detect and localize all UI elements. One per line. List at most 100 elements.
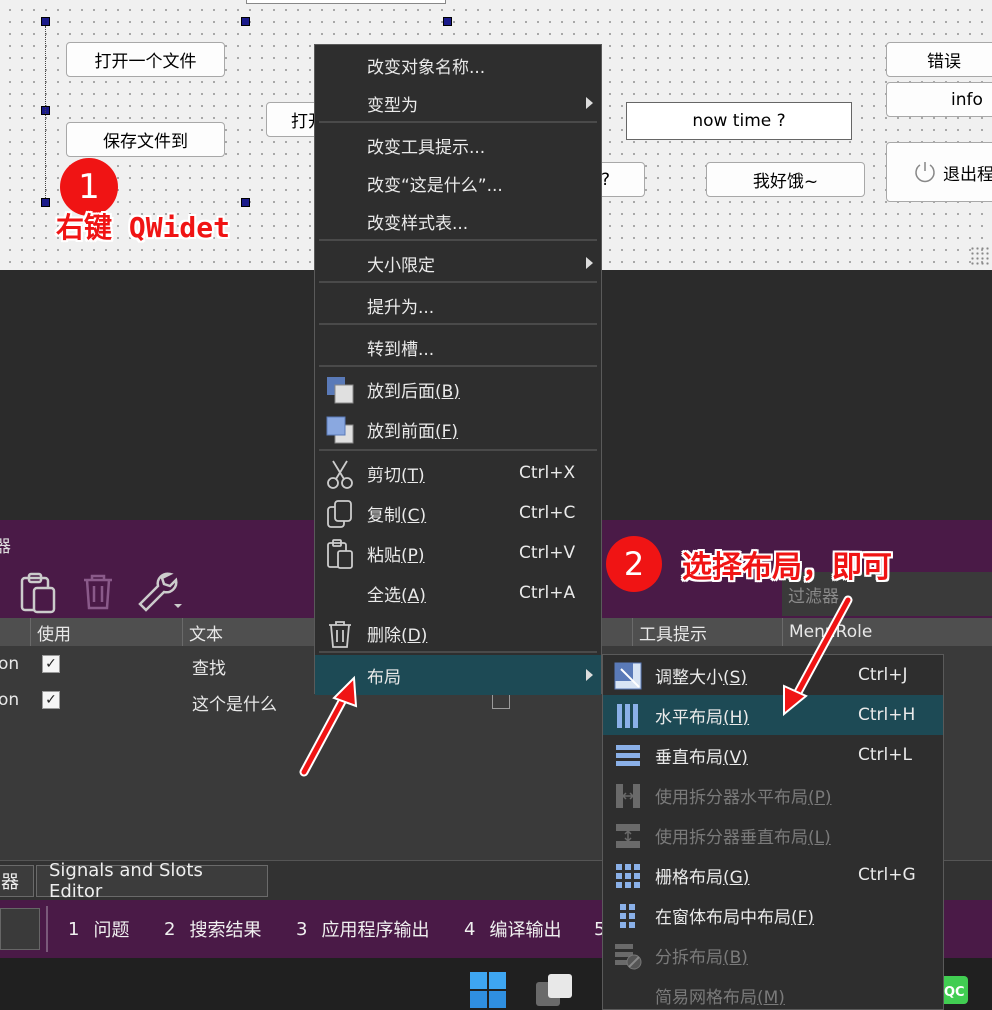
menu-item-change-stylesheet[interactable]: 改变样式表... — [315, 201, 601, 241]
menu-item-label: 改变样式表... — [367, 213, 469, 234]
menu-item-paste[interactable]: 粘贴(P) Ctrl+V — [315, 533, 601, 573]
menu-item-bring-to-front[interactable]: 放到前面(F) — [315, 409, 601, 449]
pane-number: 1 — [68, 918, 80, 940]
column-header-tooltip[interactable]: 工具提示 — [632, 618, 782, 646]
pane-label: 问题 — [93, 920, 130, 941]
menu-item-mnemonic: (H) — [723, 707, 750, 728]
power-icon — [915, 162, 935, 183]
error-button[interactable]: 错误 — [886, 42, 992, 77]
menu-item-mnemonic: (L) — [808, 827, 831, 848]
menu-item-rename[interactable]: 改变对象名称... — [315, 45, 601, 85]
pane-label: 编译输出 — [489, 920, 562, 941]
menu-item-splitter-horizontal[interactable]: 使用拆分器水平布局(P) — [603, 775, 943, 815]
menu-item-grid-layout[interactable]: 栅格布局(G) Ctrl+G — [603, 855, 943, 895]
menu-item-label: 简易网格布局 — [655, 987, 757, 1008]
menu-item-label: 改变对象名称... — [367, 57, 486, 78]
delete-icon[interactable] — [78, 572, 118, 612]
menu-item-select-all[interactable]: 全选(A) Ctrl+A — [315, 573, 601, 613]
selection-handle[interactable] — [41, 198, 50, 207]
menu-item-label: 剪切 — [367, 465, 401, 486]
menu-item-layout[interactable]: 布局 — [315, 655, 601, 695]
used-checkbox[interactable]: ✓ — [42, 655, 60, 673]
tab-signals-slots-editor[interactable]: Signals and Slots Editor — [36, 860, 268, 902]
column-header-text[interactable]: 文本 — [182, 618, 322, 646]
task-view-icon[interactable] — [536, 972, 574, 1008]
menu-item-break-layout[interactable]: 分拆布局(B) — [603, 935, 943, 975]
menu-item-mnemonic: (F) — [791, 907, 815, 928]
pane-number: 4 — [464, 918, 476, 940]
menu-item-go-to-slot[interactable]: 转到槽... — [315, 327, 601, 367]
menu-item-delete[interactable]: 删除(D) — [315, 613, 601, 653]
selection-handle[interactable] — [241, 198, 250, 207]
row-name: on — [0, 690, 20, 710]
selection-handle[interactable] — [241, 17, 250, 26]
menu-item-label: 粘贴 — [367, 545, 401, 566]
menu-item-cut[interactable]: 剪切(T) Ctrl+X — [315, 453, 601, 493]
menu-item-send-to-back[interactable]: 放到后面(B) — [315, 369, 601, 409]
used-checkbox[interactable]: ✓ — [42, 691, 60, 709]
save-file-button[interactable]: 保存文件到 — [66, 122, 225, 157]
form-layout-icon — [620, 904, 635, 928]
qt-creator-icon[interactable]: QC — [940, 976, 968, 1004]
menu-item-mnemonic: (F) — [435, 421, 459, 442]
output-pane-problems[interactable]: 1 问题 — [68, 900, 129, 958]
menu-item-label: 栅格布局 — [655, 867, 723, 888]
splitter-vertical-icon — [616, 824, 640, 848]
menu-item-label: 大小限定 — [367, 255, 435, 276]
output-pane-app-output[interactable]: 3 应用程序输出 — [296, 900, 429, 958]
menu-item-adjust-size[interactable]: 调整大小(S) Ctrl+J — [603, 655, 943, 695]
svg-text:QC: QC — [944, 985, 965, 1000]
menu-item-change-whatsthis[interactable]: 改变“这是什么”... — [315, 163, 601, 203]
menu-item-horizontal-layout[interactable]: 水平布局(H) Ctrl+H — [603, 695, 943, 735]
menu-item-copy[interactable]: 复制(C) Ctrl+C — [315, 493, 601, 533]
paste-icon[interactable] — [16, 572, 58, 614]
menu-item-change-tooltip[interactable]: 改变工具提示... — [315, 125, 601, 165]
submenu-arrow-icon — [586, 97, 593, 109]
menu-item-form-layout[interactable]: 在窗体布局中布局(F) — [603, 895, 943, 935]
menu-item-shortcut: Ctrl+H — [858, 705, 916, 725]
windows-start-icon[interactable] — [470, 972, 506, 1008]
menu-item-mnemonic: (T) — [401, 465, 425, 486]
now-time-field[interactable]: now time ? — [626, 102, 852, 140]
wrench-icon[interactable] — [136, 570, 184, 614]
selection-handle[interactable] — [443, 17, 452, 26]
menu-item-label: 改变工具提示... — [367, 137, 486, 158]
menu-item-label: 垂直布局 — [655, 747, 723, 768]
info-button[interactable]: info — [886, 82, 992, 117]
menu-separator — [319, 239, 597, 241]
menu-item-label: 全选 — [367, 585, 401, 606]
trash-icon — [329, 621, 351, 648]
column-header-used[interactable]: 使用 — [30, 618, 182, 646]
menu-item-mnemonic: (V) — [723, 747, 748, 768]
menu-separator — [319, 323, 597, 325]
menu-item-promote-to[interactable]: 提升为... — [315, 285, 601, 325]
locator-input[interactable] — [0, 908, 40, 950]
menu-item-label: 使用拆分器水平布局 — [655, 787, 808, 808]
column-header-menurole[interactable]: MenuRole — [782, 618, 992, 646]
row-text: 查找 — [192, 659, 226, 679]
pane-number: 2 — [164, 918, 176, 940]
menu-item-label: 水平布局 — [655, 707, 723, 728]
menu-item-shortcut: Ctrl+J — [858, 665, 908, 685]
open-file-button[interactable]: 打开一个文件 — [66, 42, 225, 77]
menu-item-splitter-vertical[interactable]: 使用拆分器垂直布局(L) — [603, 815, 943, 855]
menu-item-morph-into[interactable]: 变型为 — [315, 83, 601, 123]
menu-item-mnemonic: (B) — [723, 947, 748, 968]
output-pane-search-results[interactable]: 2 搜索结果 — [164, 900, 261, 958]
menu-item-label: 变型为 — [367, 95, 418, 116]
resize-grip[interactable] — [970, 246, 990, 266]
send-to-back-icon — [327, 377, 354, 404]
menu-item-label: 调整大小 — [655, 667, 723, 688]
menu-item-shortcut: Ctrl+X — [519, 463, 576, 483]
tab-action-editor[interactable]: 器 — [0, 865, 34, 897]
hungry-button[interactable]: 我好饿~ — [706, 162, 865, 197]
menu-item-vertical-layout[interactable]: 垂直布局(V) Ctrl+L — [603, 735, 943, 775]
selection-handle[interactable] — [41, 17, 50, 26]
menu-item-simplify-grid-layout[interactable]: 简易网格布局(M) — [603, 975, 943, 1010]
menu-item-label: 复制 — [367, 505, 401, 526]
menu-item-size-constraints[interactable]: 大小限定 — [315, 243, 601, 283]
output-pane-compile-output[interactable]: 4 编译输出 — [464, 900, 561, 958]
menu-item-mnemonic: (D) — [401, 625, 428, 646]
separator — [46, 906, 48, 952]
exit-button[interactable]: 退出程 — [886, 142, 992, 202]
